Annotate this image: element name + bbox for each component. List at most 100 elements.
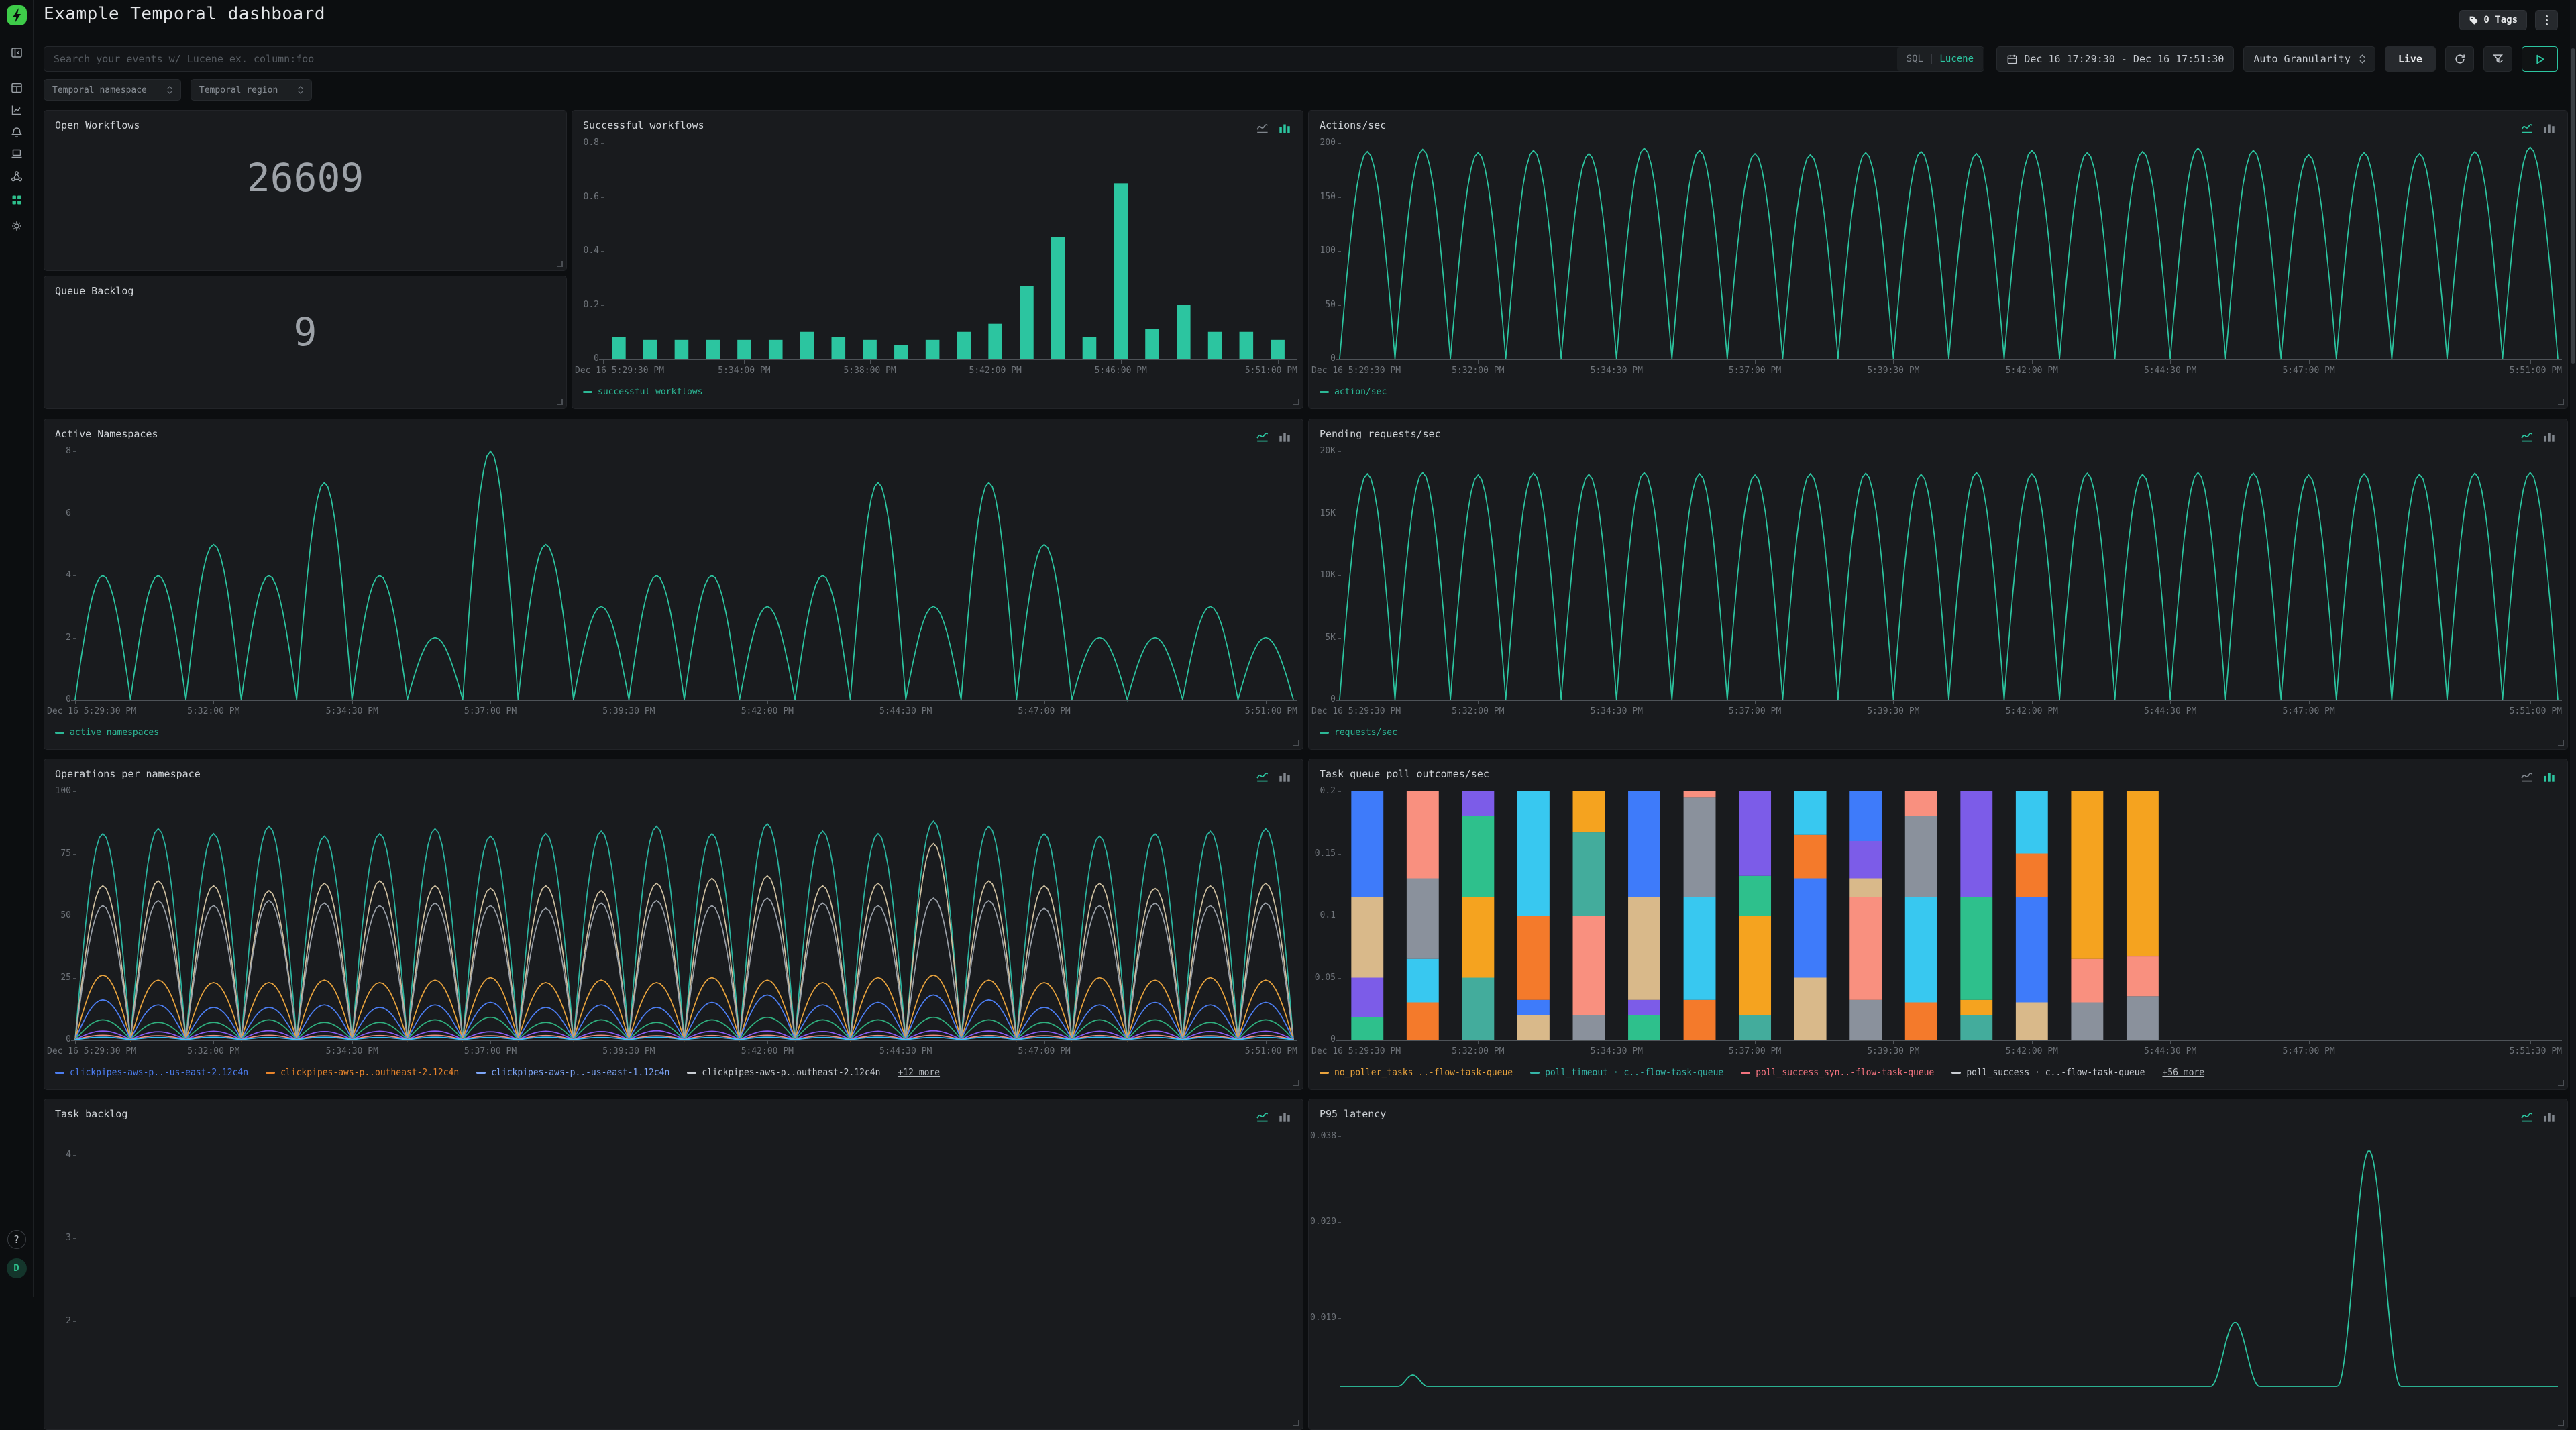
- panel-active-namespaces[interactable]: Active Namespaces 02468Dec 16 5:29:30 PM…: [44, 419, 1303, 750]
- x-axis-tick: 5:47:00 PM: [2282, 1046, 2334, 1056]
- panel-title: Active Namespaces: [55, 428, 158, 440]
- bar-chart-toggle-icon[interactable]: [2542, 121, 2557, 135]
- legend-item[interactable]: clickpipes-aws-p..outheast-2.12c4n: [687, 1068, 880, 1078]
- panel-title: Task queue poll outcomes/sec: [1320, 768, 1489, 780]
- bar-chart-toggle-icon[interactable]: [1277, 769, 1292, 784]
- y-axis-tick: 0: [46, 694, 71, 704]
- legend-item[interactable]: poll_timeout · c..-flow-task-queue: [1530, 1068, 1723, 1078]
- alerts-bell-icon[interactable]: [5, 121, 28, 144]
- legend-item[interactable]: clickpipes-aws-p..-us-east-1.12c4n: [476, 1068, 669, 1078]
- chart-plot[interactable]: [1340, 791, 2558, 1040]
- panel-pending-requests[interactable]: Pending requests/sec 05K10K15K20KDec 16 …: [1308, 419, 2568, 750]
- collapse-sidebar-icon[interactable]: [5, 41, 28, 64]
- x-axis-tick: 5:32:00 PM: [187, 1046, 239, 1056]
- chart-plot[interactable]: [75, 1132, 1293, 1380]
- avatar[interactable]: D: [7, 1258, 27, 1278]
- play-icon: [2535, 54, 2545, 64]
- dashboards-grid-icon[interactable]: [5, 188, 28, 211]
- scrollbar-thumb[interactable]: [2571, 48, 2575, 364]
- metrics-chart-icon[interactable]: [5, 99, 28, 121]
- line-chart-toggle-icon[interactable]: [2520, 429, 2535, 444]
- bar-chart-toggle-icon[interactable]: [1277, 1109, 1292, 1124]
- panel-operations-per-namespace[interactable]: Operations per namespace 0255075100Dec 1…: [44, 759, 1303, 1090]
- panel-task-queue-poll-outcomes[interactable]: Task queue poll outcomes/sec 00.050.10.1…: [1308, 759, 2568, 1090]
- chart-plot[interactable]: [1340, 143, 2558, 359]
- chart-legend: no_poller_tasks ..-flow-task-queue poll_t…: [1320, 1068, 2204, 1078]
- run-query-button[interactable]: [2522, 46, 2558, 72]
- y-axis-tick: 0.1: [1310, 910, 1336, 920]
- line-chart-toggle-icon[interactable]: [1256, 121, 1271, 135]
- query-language-toggle[interactable]: SQL | Lucene: [1897, 47, 1983, 71]
- line-chart-toggle-icon[interactable]: [1256, 769, 1271, 784]
- temporal-namespace-select[interactable]: Temporal namespace: [44, 79, 181, 101]
- x-axis-tick: 5:47:00 PM: [2282, 366, 2334, 376]
- chart-plot[interactable]: [603, 143, 1293, 359]
- temporal-region-select[interactable]: Temporal region: [191, 79, 312, 101]
- granularity-select[interactable]: Auto Granularity: [2243, 46, 2375, 72]
- panel-open-workflows[interactable]: Open Workflows 26609: [44, 110, 567, 271]
- chart-plot[interactable]: [75, 451, 1293, 700]
- line-chart-toggle-icon[interactable]: [1256, 429, 1271, 444]
- refresh-button[interactable]: [2445, 46, 2474, 72]
- panel-task-backlog[interactable]: Task backlog 432: [44, 1099, 1303, 1430]
- bar-chart-toggle-icon[interactable]: [2542, 429, 2557, 444]
- legend-item[interactable]: action/sec: [1320, 387, 1387, 397]
- panel-title: Queue Backlog: [55, 285, 133, 297]
- y-axis-tick: 15K: [1310, 508, 1336, 518]
- filter-button[interactable]: [2483, 46, 2512, 72]
- lucene-label[interactable]: Lucene: [1939, 54, 1974, 64]
- line-chart-toggle-icon[interactable]: [2520, 769, 2535, 784]
- line-chart-toggle-icon[interactable]: [1256, 1109, 1271, 1124]
- chart-plot[interactable]: [1340, 451, 2558, 700]
- tags-button[interactable]: 0 Tags: [2459, 10, 2527, 30]
- chart-plot[interactable]: [75, 791, 1293, 1040]
- legend-item[interactable]: clickpipes-aws-p..-us-east-2.12c4n: [55, 1068, 248, 1078]
- more-menu-button[interactable]: [2535, 10, 2558, 30]
- stat-value: 26609: [44, 155, 566, 201]
- panel-p95-latency[interactable]: P95 latency 0.0380.0290.019: [1308, 1099, 2568, 1430]
- page-scrollbar[interactable]: [2570, 0, 2576, 1297]
- logs-table-icon[interactable]: [5, 76, 28, 99]
- sql-label[interactable]: SQL: [1907, 54, 1923, 64]
- panel-title: Successful workflows: [583, 119, 704, 131]
- bar-chart-toggle-icon[interactable]: [2542, 1109, 2557, 1124]
- legend-item[interactable]: clickpipes-aws-p..outheast-2.12c4n: [266, 1068, 459, 1078]
- legend-item[interactable]: no_poller_tasks ..-flow-task-queue: [1320, 1068, 1513, 1078]
- search-input[interactable]: [44, 53, 1897, 65]
- x-axis-tick: 5:32:00 PM: [187, 706, 239, 716]
- legend-label: poll_timeout · c..-flow-task-queue: [1545, 1068, 1723, 1078]
- x-axis-tick: 5:34:30 PM: [326, 1046, 378, 1056]
- legend-dash: [1320, 391, 1329, 393]
- y-axis-tick: 0.05: [1310, 973, 1336, 983]
- line-chart-toggle-icon[interactable]: [2520, 121, 2535, 135]
- live-button[interactable]: Live: [2385, 46, 2436, 72]
- x-axis-tick: 5:39:30 PM: [602, 1046, 655, 1056]
- legend-more-link[interactable]: +56 more: [2162, 1068, 2204, 1078]
- legend-item[interactable]: active namespaces: [55, 728, 159, 738]
- y-axis-tick: 25: [46, 973, 71, 983]
- sidebar: ? D: [0, 0, 34, 1297]
- legend-item[interactable]: poll_success_syn..-flow-task-queue: [1741, 1068, 1934, 1078]
- settings-gear-icon[interactable]: [5, 215, 28, 237]
- bar-chart-toggle-icon[interactable]: [2542, 769, 2557, 784]
- traces-graph-icon[interactable]: [5, 165, 28, 188]
- x-axis-tick: 5:37:00 PM: [1729, 1046, 1781, 1056]
- panel-actions-per-sec[interactable]: Actions/sec 050100150200Dec 16 5:29:30 P…: [1308, 110, 2568, 409]
- x-axis: [1336, 1040, 2562, 1041]
- app-logo-icon[interactable]: [6, 5, 28, 26]
- line-chart-toggle-icon[interactable]: [2520, 1109, 2535, 1124]
- panel-successful-workflows[interactable]: Successful workflows 00.20.40.60.8Dec 16…: [572, 110, 1303, 409]
- bar-chart-toggle-icon[interactable]: [1277, 429, 1292, 444]
- x-axis-tick: Dec 16 5:29:30 PM: [47, 1046, 136, 1056]
- panel-queue-backlog[interactable]: Queue Backlog 9: [44, 276, 567, 409]
- chart-plot[interactable]: [1340, 1132, 2558, 1380]
- legend-item[interactable]: requests/sec: [1320, 728, 1397, 738]
- date-range-picker[interactable]: Dec 16 17:29:30 - Dec 16 17:51:30: [1996, 46, 2234, 72]
- bar-chart-toggle-icon[interactable]: [1277, 121, 1292, 135]
- x-axis-tick: 5:39:30 PM: [1867, 366, 1919, 376]
- legend-more-link[interactable]: +12 more: [898, 1068, 940, 1078]
- legend-item[interactable]: successful workflows: [583, 387, 703, 397]
- legend-item[interactable]: poll_success · c..-flow-task-queue: [1951, 1068, 2145, 1078]
- hosts-laptop-icon[interactable]: [5, 142, 28, 165]
- help-icon[interactable]: ?: [7, 1230, 26, 1249]
